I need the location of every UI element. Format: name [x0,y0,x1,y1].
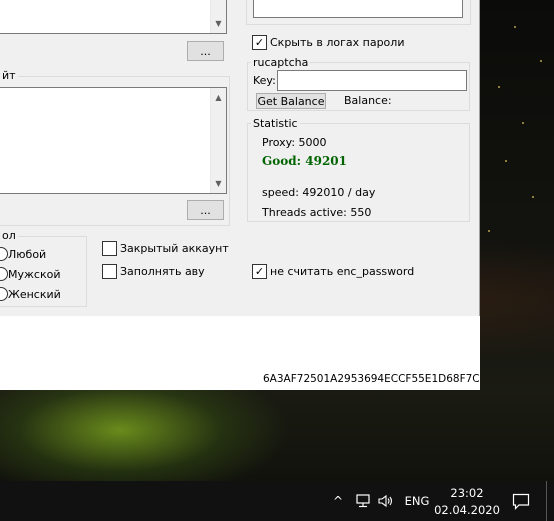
network-icon-svg [356,494,370,508]
no-enc-password-label: не считать enc_password [270,264,415,278]
wallpaper-star [540,60,542,62]
site-textarea[interactable]: ▲ ▼ [0,87,227,194]
wallpaper-star [488,230,490,232]
clock-date[interactable]: 02.04.2020 [434,502,500,518]
gender-option-male[interactable]: Мужской [0,267,60,281]
closed-account-option[interactable]: Закрытый аккаунт [102,240,229,256]
gender-option-any[interactable]: Любой [0,247,46,261]
proxy-count: Proxy: 5000 [262,136,327,149]
wallpaper-star [498,86,500,88]
network-icon[interactable] [354,493,372,509]
statistic-legend: Statistic [251,117,300,130]
closed-account-label: Закрытый аккаунт [120,241,229,255]
no-enc-password-option[interactable]: ✓ не считать enc_password [252,263,415,279]
status-panel: 6A3AF72501A2953694ECCF55E1D68F7C [0,316,480,390]
rucaptcha-legend: rucaptcha [251,56,311,69]
hardware-id: 6A3AF72501A2953694ECCF55E1D68F7C [263,373,480,385]
volume-icon[interactable] [377,493,395,509]
key-label: Key: [253,74,276,87]
site-textarea-scrollbar[interactable]: ▲ ▼ [210,88,226,193]
chevron-up-icon[interactable]: ^ [330,493,346,509]
wallpaper-star [532,196,534,198]
site-groupbox-legend: йт [0,69,18,82]
input-language[interactable]: ENG [402,493,432,509]
fill-avatar-checkbox[interactable] [102,263,117,279]
notification-center-icon[interactable] [510,491,532,511]
notification-icon-svg [512,493,530,510]
gender-option-female-label: Женский [8,287,61,301]
hide-passwords-checkbox[interactable]: ✓ [252,34,267,50]
clock-time[interactable]: 23:02 [436,485,498,501]
radio-icon[interactable] [0,247,8,261]
fill-avatar-label: Заполнять аву [120,264,205,278]
hide-passwords-label: Скрыть в логах пароли [270,35,405,49]
volume-icon-svg [378,494,393,508]
no-enc-password-checkbox[interactable]: ✓ [252,263,267,279]
scroll-down-icon[interactable]: ▼ [211,176,226,191]
show-desktop-divider[interactable] [546,481,547,521]
right-top-groupbox [246,0,471,25]
taskbar: ^ ENG 23:02 02.04.2020 [0,481,554,521]
radio-icon[interactable] [0,267,8,281]
top-textarea-scrollbar[interactable]: ▼ [210,0,226,33]
gender-option-female[interactable]: Женский [0,287,61,301]
speed-text: speed: 492010 / day [262,186,376,199]
fill-avatar-option[interactable]: Заполнять аву [102,263,205,279]
gender-groupbox-legend: ол [0,229,18,242]
gender-option-male-label: Мужской [8,267,61,281]
wallpaper-star [514,26,516,28]
scroll-down-icon[interactable]: ▼ [211,16,226,31]
site-browse-button[interactable]: ... [187,200,224,220]
wallpaper-star [522,122,524,124]
closed-account-checkbox[interactable] [102,240,117,256]
top-browse-button[interactable]: ... [187,41,224,61]
threads-active: Threads active: 550 [262,206,372,219]
balance-label: Balance: [344,94,392,107]
good-count: Good: 49201 [262,154,348,168]
radio-icon[interactable] [0,287,8,301]
key-input[interactable] [277,70,467,91]
wallpaper-star [505,160,507,162]
scroll-up-icon[interactable]: ▲ [211,90,226,105]
gender-option-any-label: Любой [8,247,47,261]
top-textarea[interactable]: ▼ [0,0,227,34]
hide-passwords-option[interactable]: ✓ Скрыть в логах пароли [252,34,405,50]
get-balance-button[interactable]: Get Balance [256,93,326,109]
